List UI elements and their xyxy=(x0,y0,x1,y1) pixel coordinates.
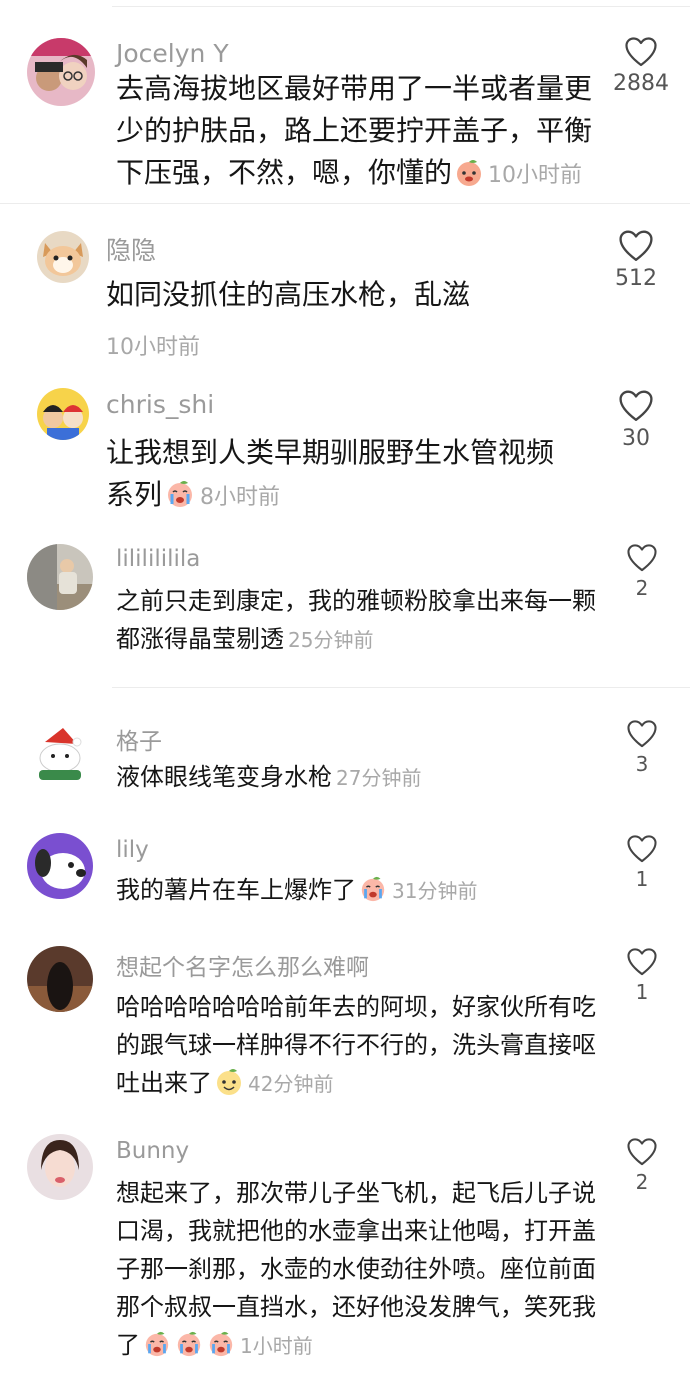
woman-selfie-avatar[interactable] xyxy=(27,1134,93,1200)
comment-item: 隐隐 如同没抓住的高压水枪，乱滋 10小时前 512 xyxy=(0,206,690,366)
like-button[interactable]: 1 xyxy=(612,835,672,891)
like-count: 3 xyxy=(635,752,649,776)
comment-text: 去高海拔地区最好带用了一半或者量更少的护肤品，路上还要拧开盖子，平衡下压强，不然… xyxy=(116,68,594,197)
comment-item: lily 我的薯片在车上爆炸了 31分钟前 1 xyxy=(0,825,690,925)
crying-emoji xyxy=(164,479,196,509)
comment-content: 如同没抓住的高压水枪，乱滋 xyxy=(106,278,471,311)
comment-item: Jocelyn Y 去高海拔地区最好带用了一半或者量更少的护肤品，路上还要拧开盖… xyxy=(0,0,690,200)
comment-item: chris_shi 让我想到人类早期驯服野生水管视频系列 8小时前 30 xyxy=(0,368,690,528)
comment-time: 25分钟前 xyxy=(288,628,374,652)
username[interactable]: chris_shi xyxy=(106,390,214,419)
peach-face-emoji xyxy=(454,157,484,187)
username[interactable]: lily xyxy=(116,837,149,863)
person-sitting-avatar[interactable] xyxy=(27,544,93,610)
heart-icon xyxy=(619,230,653,261)
comment-text: 我的薯片在车上爆炸了 31分钟前 xyxy=(116,871,596,910)
comment-text: 让我想到人类早期驯服野生水管视频系列 8小时前 xyxy=(106,432,576,519)
crying-emoji xyxy=(206,1330,236,1358)
heart-icon xyxy=(625,37,657,67)
like-button[interactable]: 1 xyxy=(612,948,672,1004)
like-count: 1 xyxy=(635,980,649,1004)
heart-icon xyxy=(627,835,657,863)
santa-avatar[interactable] xyxy=(27,720,93,786)
comment-item: lililililila 之前只走到康定，我的雅顿粉胶拿出来每一颗都涨得晶莹剔透… xyxy=(0,530,690,680)
dog-avatar[interactable] xyxy=(27,833,93,899)
username[interactable]: Bunny xyxy=(116,1138,189,1164)
cartoon-avatar[interactable] xyxy=(37,388,89,440)
username[interactable]: 隐隐 xyxy=(106,231,156,267)
comment-content: 哈哈哈哈哈哈哈前年去的阿坝，好家伙所有吃的跟气球一样肿得不行不行的，洗头膏直接呕… xyxy=(116,993,596,1097)
like-button[interactable]: 2 xyxy=(612,1138,672,1194)
comment-content: 液体眼线笔变身水枪 xyxy=(116,763,332,791)
comment-text: 之前只走到康定，我的雅顿粉胶拿出来每一颗都涨得晶莹剔透 25分钟前 xyxy=(116,582,596,659)
comment-text: 想起来了，那次带儿子坐飞机，起飞后儿子说口渴，我就把他的水壶拿出来让他喝，打开盖… xyxy=(116,1174,596,1365)
username[interactable]: lililililila xyxy=(116,546,200,572)
like-count: 30 xyxy=(622,426,650,451)
comment-text: 液体眼线笔变身水枪 27分钟前 xyxy=(116,758,596,797)
comment-time: 42分钟前 xyxy=(248,1072,334,1096)
heart-icon xyxy=(627,544,657,572)
comment-time: 27分钟前 xyxy=(336,766,422,790)
like-count: 2884 xyxy=(613,71,669,96)
divider xyxy=(0,203,690,204)
comment-time: 8小时前 xyxy=(200,485,281,510)
comment-item: 格子 液体眼线笔变身水枪 27分钟前 3 xyxy=(0,710,690,810)
cat-avatar[interactable] xyxy=(37,231,89,283)
heart-icon xyxy=(619,390,653,421)
like-count: 512 xyxy=(615,266,657,291)
comment-time-line: 10小时前 xyxy=(102,324,200,369)
like-button[interactable]: 30 xyxy=(606,390,666,451)
comment-item: Bunny 想起来了，那次带儿子坐飞机，起飞后儿子说口渴，我就把他的水壶拿出来让… xyxy=(0,1130,690,1380)
crying-emoji xyxy=(142,1330,172,1358)
comment-time: 1小时前 xyxy=(240,1334,313,1358)
comment-time: 10小时前 xyxy=(106,335,200,360)
comment-time: 31分钟前 xyxy=(392,879,478,903)
dark-hair-avatar[interactable] xyxy=(27,946,93,1012)
crying-emoji xyxy=(358,875,388,903)
like-count: 1 xyxy=(635,867,649,891)
heart-icon xyxy=(627,948,657,976)
like-count: 2 xyxy=(635,576,649,600)
couple-photo-avatar[interactable] xyxy=(27,38,95,106)
crying-emoji xyxy=(174,1330,204,1358)
like-count: 2 xyxy=(635,1170,649,1194)
heart-icon xyxy=(627,720,657,748)
like-button[interactable]: 2 xyxy=(612,544,672,600)
comment-text: 如同没抓住的高压水枪，乱滋 xyxy=(106,274,596,316)
username[interactable]: 想起个名字怎么那么难啊 xyxy=(116,948,369,982)
like-button[interactable]: 512 xyxy=(606,230,666,291)
comment-content: 我的薯片在车上爆炸了 xyxy=(116,876,356,904)
username[interactable]: 格子 xyxy=(116,722,162,756)
username[interactable]: Jocelyn Y xyxy=(116,39,229,68)
like-button[interactable]: 2884 xyxy=(611,37,671,96)
heart-icon xyxy=(627,1138,657,1166)
comment-time: 10小时前 xyxy=(488,163,583,188)
comment-text: 哈哈哈哈哈哈哈前年去的阿坝，好家伙所有吃的跟气球一样肿得不行不行的，洗头膏直接呕… xyxy=(116,988,596,1103)
like-button[interactable]: 3 xyxy=(612,720,672,776)
comment-item: 想起个名字怎么那么难啊 哈哈哈哈哈哈哈前年去的阿坝，好家伙所有吃的跟气球一样肿得… xyxy=(0,940,690,1120)
divider xyxy=(112,687,690,688)
smile-bun-emoji xyxy=(214,1066,244,1096)
